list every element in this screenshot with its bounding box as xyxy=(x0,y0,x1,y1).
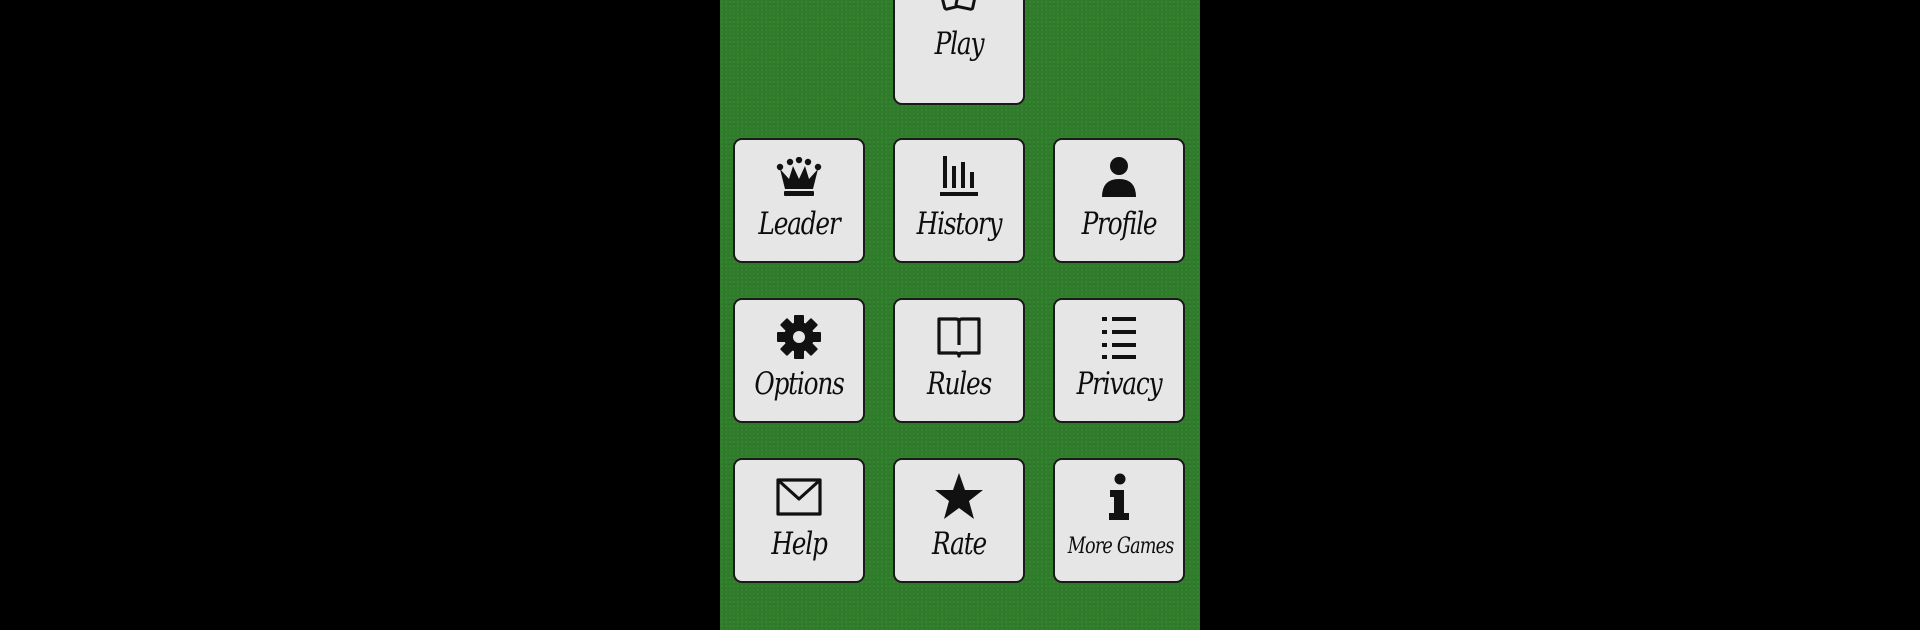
green-felt-background: Play Leader History Profile Options Rule… xyxy=(720,0,1200,630)
rate-label: Rate xyxy=(932,526,987,562)
options-label: Options xyxy=(754,366,845,402)
play-label: Play xyxy=(934,26,985,62)
help-label: Help xyxy=(771,526,828,562)
gear-icon xyxy=(735,312,863,362)
profile-label: Profile xyxy=(1081,206,1158,242)
bar-chart-icon xyxy=(895,152,1023,202)
privacy-button[interactable]: Privacy xyxy=(1053,298,1185,423)
profile-button[interactable]: Profile xyxy=(1053,138,1185,263)
info-icon xyxy=(1055,472,1183,522)
list-icon xyxy=(1055,312,1183,362)
leader-button[interactable]: Leader xyxy=(733,138,865,263)
history-label: History xyxy=(916,206,1003,242)
star-icon xyxy=(895,472,1023,522)
leader-label: Leader xyxy=(758,206,840,242)
more-games-button[interactable]: More Games xyxy=(1053,458,1185,583)
privacy-label: Privacy xyxy=(1076,366,1163,402)
rate-button[interactable]: Rate xyxy=(893,458,1025,583)
play-button[interactable]: Play xyxy=(893,0,1025,105)
book-icon xyxy=(895,312,1023,362)
crown-icon xyxy=(735,152,863,202)
envelope-icon xyxy=(735,472,863,522)
person-icon xyxy=(1055,152,1183,202)
help-button[interactable]: Help xyxy=(733,458,865,583)
rules-button[interactable]: Rules xyxy=(893,298,1025,423)
app-screen: Play Leader History Profile Options Rule… xyxy=(0,0,1920,630)
options-button[interactable]: Options xyxy=(733,298,865,423)
cards-icon xyxy=(895,0,1023,16)
history-button[interactable]: History xyxy=(893,138,1025,263)
rules-label: Rules xyxy=(927,366,992,402)
more-games-label: More Games xyxy=(1067,534,1175,559)
